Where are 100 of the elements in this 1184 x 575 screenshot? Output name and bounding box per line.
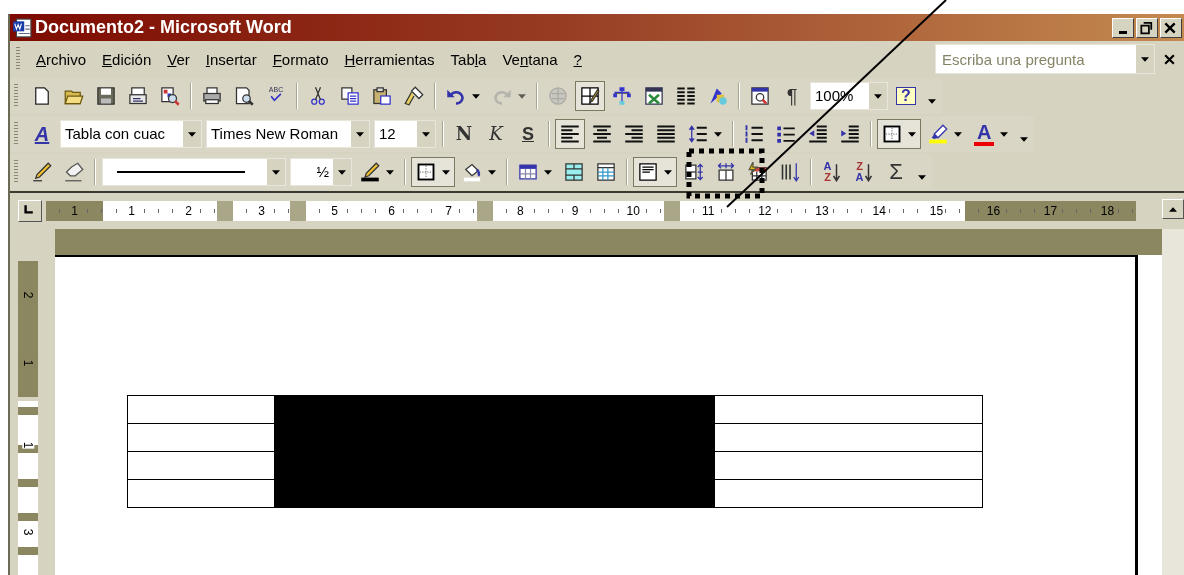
table-cell[interactable] [714,479,983,508]
align-left-icon [560,124,580,144]
column-marker[interactable] [664,201,680,221]
border-icon [882,124,902,144]
style-dropdown[interactable]: Tabla con cuac [60,120,202,148]
menu-item[interactable]: Ventana [494,48,566,70]
table-cell[interactable] [714,395,983,424]
page-icon [32,86,52,106]
cell-alignment-button[interactable] [633,157,677,187]
caret-icon [272,169,280,175]
scroll-up-button[interactable] [1162,199,1184,219]
ruler-margin: 2 1 [18,261,38,397]
line-style-dropdown[interactable] [102,158,286,186]
question-box[interactable]: Escriba una pregunta [935,44,1155,74]
caret-icon [386,169,394,175]
menu-item[interactable]: Insertar [197,48,265,70]
caret-icon [928,98,936,104]
ruler-track: 1 2 [103,201,217,221]
table-cell[interactable] [127,423,275,452]
caret-icon [664,169,672,175]
caret-icon [874,93,882,99]
table-cell[interactable] [127,395,275,424]
distribute-columns-icon [716,162,736,182]
ruler-track: 3 [233,201,290,221]
distribute-rows-icon [684,162,704,182]
underline-button[interactable]: S [513,119,543,149]
menu-item[interactable]: Edición [94,48,160,70]
printer-icon [202,86,222,106]
ruler-track: 1 3 [18,401,38,575]
sort-ascending-button[interactable]: A Z [817,157,847,187]
caret-icon [472,93,480,99]
close-icon [1163,20,1177,35]
font-color-button[interactable]: A [969,119,1014,149]
autosum-button[interactable]: Σ [881,157,911,187]
menu-item[interactable]: ? [565,48,590,70]
paint-bucket-icon [462,162,482,182]
help-button[interactable]: ? [891,81,921,111]
justify-icon [656,124,676,144]
menu-item[interactable]: Herramientas [336,48,443,70]
ruler-track: 8 9 10 [493,201,664,221]
menu-item[interactable]: Archivo [28,48,95,70]
italic-button[interactable]: K [481,119,511,149]
table-cell[interactable] [714,451,983,480]
caret-icon [1020,136,1029,142]
pencil-color-icon [360,162,380,182]
size-dropdown[interactable]: 12 [374,120,436,148]
caret-icon [356,131,364,137]
align-left-button[interactable] [555,119,585,149]
window-title: Documento2 - Microsoft Word [35,17,292,38]
caret-icon [954,131,962,137]
question-dropdown-button[interactable] [1136,45,1154,73]
paintbrush-icon [404,86,424,106]
outdent-icon [808,124,828,144]
down-arrow-icon [833,162,841,182]
borders-button[interactable] [877,119,921,149]
merge-cells-icon [564,162,584,182]
caret-icon [488,169,496,175]
split-cells-icon [596,162,616,182]
column-marker[interactable] [290,201,306,221]
column-marker[interactable] [217,201,233,221]
show-marks-button[interactable]: ¶ [777,81,807,111]
tables-borders-button[interactable] [575,81,605,111]
restore-icon [1139,20,1153,35]
table-cell[interactable] [127,451,275,480]
ruler-margin: 1 [46,201,103,221]
borders-button[interactable] [411,157,455,187]
line-weight-dropdown[interactable]: ½ [290,158,352,186]
bold-button[interactable]: N [449,119,479,149]
menu-item[interactable]: Ver [159,48,198,70]
close-button[interactable] [1160,17,1182,38]
caret-icon [918,174,926,180]
caret-icon [422,131,430,137]
table-icon [518,162,538,182]
caret-icon [544,169,552,175]
restore-button[interactable] [1136,17,1158,38]
sort-descending-button[interactable]: Z A [849,157,879,187]
left-tab-icon [22,204,34,216]
ruler-track: 11 12 13 14 15 [680,201,965,221]
border-icon [416,162,436,182]
caret-icon [1141,56,1149,62]
close-icon [1163,52,1176,66]
shapes-icon [708,86,728,106]
column-marker[interactable] [477,201,493,221]
styles-button[interactable]: A [27,119,57,149]
tab-selector-button[interactable] [18,200,42,222]
table-cell[interactable] [127,479,275,508]
highlighter-icon [928,124,948,144]
text-alignment-icon [638,162,658,182]
caret-icon [188,131,196,137]
page-magnifier-icon [234,86,254,106]
table-cell[interactable] [714,423,983,452]
caret-icon [908,131,916,137]
font-dropdown[interactable]: Times New Roman [206,120,370,148]
table-pencil-icon [580,86,600,106]
minimize-button[interactable] [1112,17,1134,38]
menu-item[interactable]: Tabla [442,48,495,70]
caret-icon [518,93,526,99]
ruler-margin: 16 17 18 [965,201,1136,221]
menu-item[interactable]: Formato [264,48,337,70]
caret-icon [714,131,722,137]
